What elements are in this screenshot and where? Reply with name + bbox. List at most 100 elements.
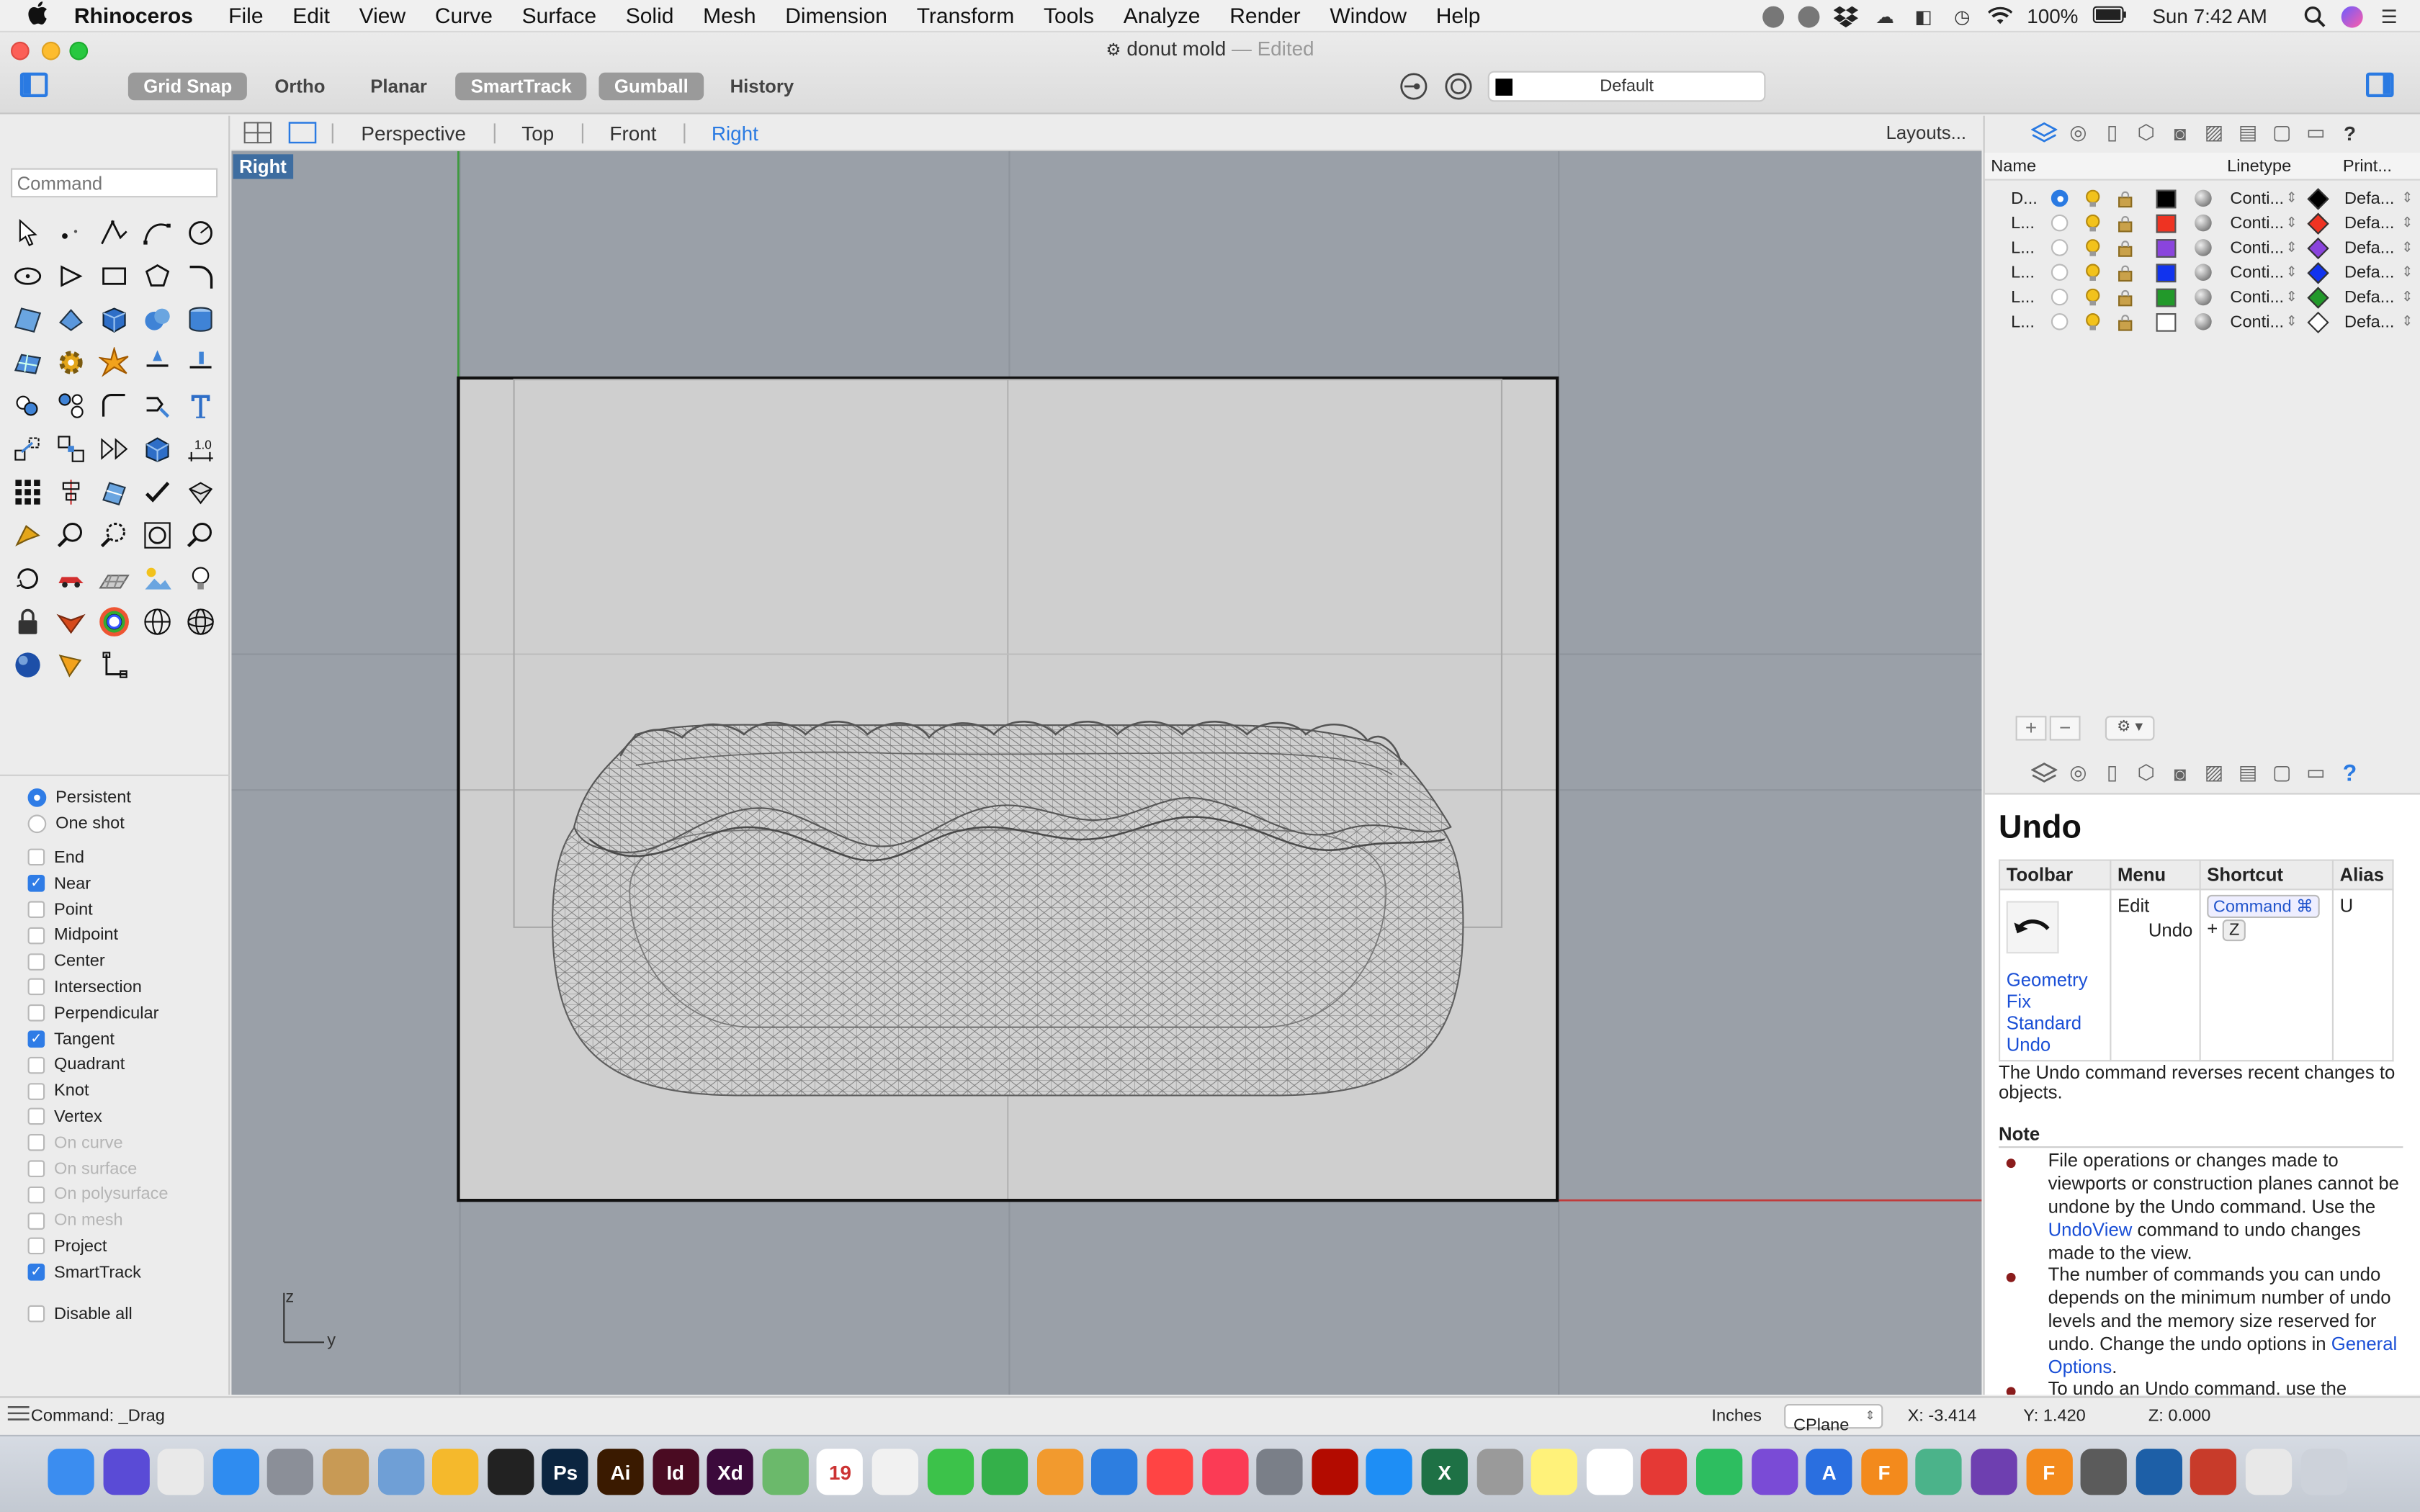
- osnap-toggle-icon[interactable]: [1398, 73, 1429, 101]
- menu-mesh[interactable]: Mesh: [703, 3, 756, 27]
- layer-print-width[interactable]: Defa...: [2344, 289, 2394, 307]
- polygon-tool-icon[interactable]: [50, 255, 93, 298]
- zoom-extents-tool-icon[interactable]: [136, 514, 179, 557]
- layer-name[interactable]: D...: [2011, 190, 2038, 209]
- layer-print-width[interactable]: Defa...: [2344, 239, 2394, 258]
- monitor-tab-icon[interactable]: ▭: [2301, 760, 2331, 785]
- checkbox[interactable]: ✓: [27, 875, 45, 893]
- print-color-diamond[interactable]: [2307, 287, 2329, 309]
- toggle-left-panel-button[interactable]: [19, 72, 48, 97]
- lock-icon[interactable]: [6, 600, 50, 644]
- undoview-link[interactable]: UndoView: [2048, 1219, 2133, 1241]
- github-icon[interactable]: [1971, 1449, 2017, 1495]
- layer-row[interactable]: L... Conti... ⇕ Defa... ⇕: [1985, 212, 2420, 236]
- virtualbox-icon[interactable]: [2136, 1449, 2182, 1495]
- mesh-tool-icon[interactable]: [6, 341, 50, 384]
- material-tool-icon[interactable]: [50, 600, 93, 644]
- globe-grid-icon[interactable]: [179, 600, 223, 644]
- notes-icon[interactable]: [1531, 1449, 1578, 1495]
- status-app-icon[interactable]: [1798, 5, 1821, 27]
- help-link-geometry-fix[interactable]: Geometry Fix: [2007, 969, 2104, 1012]
- checkbox[interactable]: [27, 1004, 45, 1022]
- checkbox[interactable]: [27, 849, 45, 867]
- light-bulb-icon[interactable]: [2085, 239, 2100, 256]
- checkbox[interactable]: ✓: [27, 1030, 45, 1048]
- layer-print-width[interactable]: Defa...: [2344, 215, 2394, 233]
- notes-tab-icon[interactable]: ▤: [2233, 120, 2263, 145]
- system-preferences-icon[interactable]: [1256, 1449, 1303, 1495]
- layer-row[interactable]: L... Conti... ⇕ Defa... ⇕: [1985, 285, 2420, 310]
- layer-name[interactable]: L...: [2011, 264, 2035, 282]
- checkbox[interactable]: ✓: [27, 1264, 45, 1282]
- help-link-standard[interactable]: Standard: [2007, 1012, 2104, 1034]
- rotate-view-tool-icon[interactable]: [6, 557, 50, 600]
- checkbox[interactable]: [27, 1212, 45, 1230]
- checkbox[interactable]: [27, 1238, 45, 1256]
- osnap-on-polysurface[interactable]: On polysurface: [0, 1182, 230, 1207]
- ellipse-tool-icon[interactable]: [6, 255, 50, 298]
- shade-tool-icon[interactable]: [179, 471, 223, 514]
- acrobat-icon[interactable]: [1311, 1449, 1358, 1495]
- checkbox[interactable]: [27, 1056, 45, 1074]
- fillet-edge-tool-icon[interactable]: [93, 384, 136, 428]
- material-sphere-icon[interactable]: [2195, 313, 2212, 330]
- battery-icon[interactable]: [2092, 5, 2126, 27]
- zoom-window-tool-icon[interactable]: [93, 514, 136, 557]
- finder-icon[interactable]: [48, 1449, 94, 1495]
- checkbox[interactable]: [27, 953, 45, 971]
- light-bulb-icon[interactable]: [2085, 313, 2100, 330]
- layer-row[interactable]: D... Conti... ⇕ Defa... ⇕: [1985, 186, 2420, 211]
- layer-print-width[interactable]: Defa...: [2344, 264, 2394, 282]
- osnap-on-curve[interactable]: On curve: [0, 1130, 230, 1156]
- illustrator-icon[interactable]: Ai: [597, 1449, 644, 1495]
- gumball-button[interactable]: Gumball: [599, 72, 704, 101]
- help-link-undo[interactable]: Undo: [2007, 1034, 2104, 1056]
- single-view-layout-icon[interactable]: [288, 121, 317, 148]
- downloads-icon[interactable]: [2245, 1449, 2293, 1495]
- menu-dimension[interactable]: Dimension: [785, 3, 887, 27]
- sketchbook-icon[interactable]: [1641, 1449, 1688, 1495]
- array-tool-icon[interactable]: [6, 471, 50, 514]
- camera-target-icon[interactable]: [50, 644, 93, 687]
- right-viewport[interactable]: z y Right: [231, 151, 1982, 1395]
- print-color-diamond[interactable]: [2307, 311, 2329, 334]
- checkbox[interactable]: [27, 1305, 45, 1323]
- smarttrack-button[interactable]: SmartTrack: [455, 72, 588, 101]
- split-tool-icon[interactable]: [179, 341, 223, 384]
- display-tab-icon[interactable]: ▢: [2267, 760, 2297, 785]
- current-layer-radio[interactable]: [2051, 189, 2069, 207]
- menu-edit[interactable]: Edit: [292, 3, 330, 27]
- current-layer-dropdown[interactable]: Default: [1487, 71, 1766, 102]
- checkbox[interactable]: [27, 901, 45, 919]
- app-store-icon[interactable]: [1366, 1449, 1413, 1495]
- trash-icon[interactable]: [2300, 1449, 2347, 1495]
- monitor-tab-icon[interactable]: ▭: [2301, 120, 2331, 145]
- ortho-button[interactable]: Ortho: [259, 73, 341, 101]
- tab-right[interactable]: Right: [712, 122, 758, 145]
- osnap-knot[interactable]: Knot: [0, 1078, 230, 1104]
- launchpad-icon[interactable]: [267, 1449, 314, 1495]
- notes-tab-icon[interactable]: ▤: [2233, 760, 2263, 785]
- checkbox[interactable]: [27, 1160, 45, 1178]
- layer-print-width[interactable]: Defa...: [2344, 190, 2394, 209]
- bartender-icon[interactable]: ◧: [1911, 6, 1935, 27]
- current-layer-radio[interactable]: [2051, 288, 2069, 306]
- column-name[interactable]: Name: [1991, 158, 2036, 176]
- layer-name[interactable]: L...: [2011, 313, 2035, 332]
- script-editor-icon[interactable]: [1476, 1449, 1523, 1495]
- environment-tool-icon[interactable]: [136, 557, 179, 600]
- camera-tab-icon[interactable]: ◙: [2165, 760, 2195, 785]
- layer-row[interactable]: L... Conti... ⇕ Defa... ⇕: [1985, 261, 2420, 285]
- sphere-wireframe-icon[interactable]: [136, 600, 179, 644]
- properties-tab-icon[interactable]: ◎: [2063, 120, 2093, 145]
- curve-tool-icon[interactable]: [136, 212, 179, 255]
- atom-icon[interactable]: [1916, 1449, 1963, 1495]
- camera-tab-icon[interactable]: ◙: [2165, 120, 2195, 145]
- move-tool-icon[interactable]: [6, 428, 50, 471]
- menu-render[interactable]: Render: [1229, 3, 1300, 27]
- layer-name[interactable]: L...: [2011, 239, 2035, 258]
- boolean-union-tool-icon[interactable]: [136, 298, 179, 341]
- layer-print-width[interactable]: Defa...: [2344, 313, 2394, 332]
- light-bulb-icon[interactable]: [2085, 214, 2100, 232]
- help-tab-icon[interactable]: ?: [2335, 120, 2365, 145]
